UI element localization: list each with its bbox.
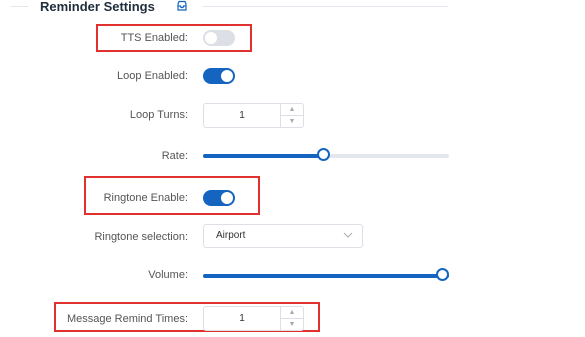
inbox-icon: [177, 0, 187, 11]
ringtone-selection-label: Ringtone selection:: [94, 231, 188, 243]
switch-knob: [221, 70, 233, 82]
loop-turns-label: Loop Turns:: [129, 109, 188, 121]
rate-slider[interactable]: [203, 148, 449, 161]
tts-enabled-label: TTS Enabled:: [120, 32, 188, 44]
section-divider-right: [202, 6, 448, 7]
volume-slider[interactable]: [203, 268, 449, 281]
ringtone-enable-switch[interactable]: [203, 190, 235, 206]
ringtone-select-value: Airport: [216, 230, 246, 241]
stepper-arrows: ▲ ▼: [280, 104, 303, 127]
decrement-button[interactable]: ▼: [281, 319, 303, 330]
decrement-button[interactable]: ▼: [281, 116, 303, 127]
loop-turns-stepper[interactable]: 1 ▲ ▼: [203, 103, 304, 128]
section-divider-left: [10, 6, 28, 7]
ringtone-enable-label: Ringtone Enable:: [103, 192, 188, 204]
tts-enabled-switch[interactable]: [203, 30, 235, 46]
volume-label: Volume:: [148, 269, 188, 281]
message-remind-times-value[interactable]: 1: [204, 307, 280, 330]
loop-enabled-switch[interactable]: [203, 68, 235, 84]
chevron-down-icon: [343, 232, 353, 238]
section-title: Reminder Settings: [40, 0, 155, 14]
rate-slider-thumb[interactable]: [317, 148, 331, 161]
volume-slider-thumb[interactable]: [436, 268, 449, 281]
switch-knob: [221, 192, 233, 204]
message-remind-times-stepper[interactable]: 1 ▲ ▼: [203, 306, 304, 331]
increment-button[interactable]: ▲: [281, 104, 303, 116]
switch-knob: [205, 32, 217, 44]
volume-slider-fill: [203, 274, 449, 278]
rate-label: Rate:: [161, 150, 188, 162]
loop-enabled-label: Loop Enabled:: [117, 70, 188, 82]
ringtone-select[interactable]: Airport: [203, 224, 363, 248]
message-remind-times-label: Message Remind Times:: [66, 313, 188, 325]
increment-button[interactable]: ▲: [281, 307, 303, 319]
rate-slider-fill: [203, 154, 324, 158]
stepper-arrows: ▲ ▼: [280, 307, 303, 330]
loop-turns-value[interactable]: 1: [204, 104, 280, 127]
